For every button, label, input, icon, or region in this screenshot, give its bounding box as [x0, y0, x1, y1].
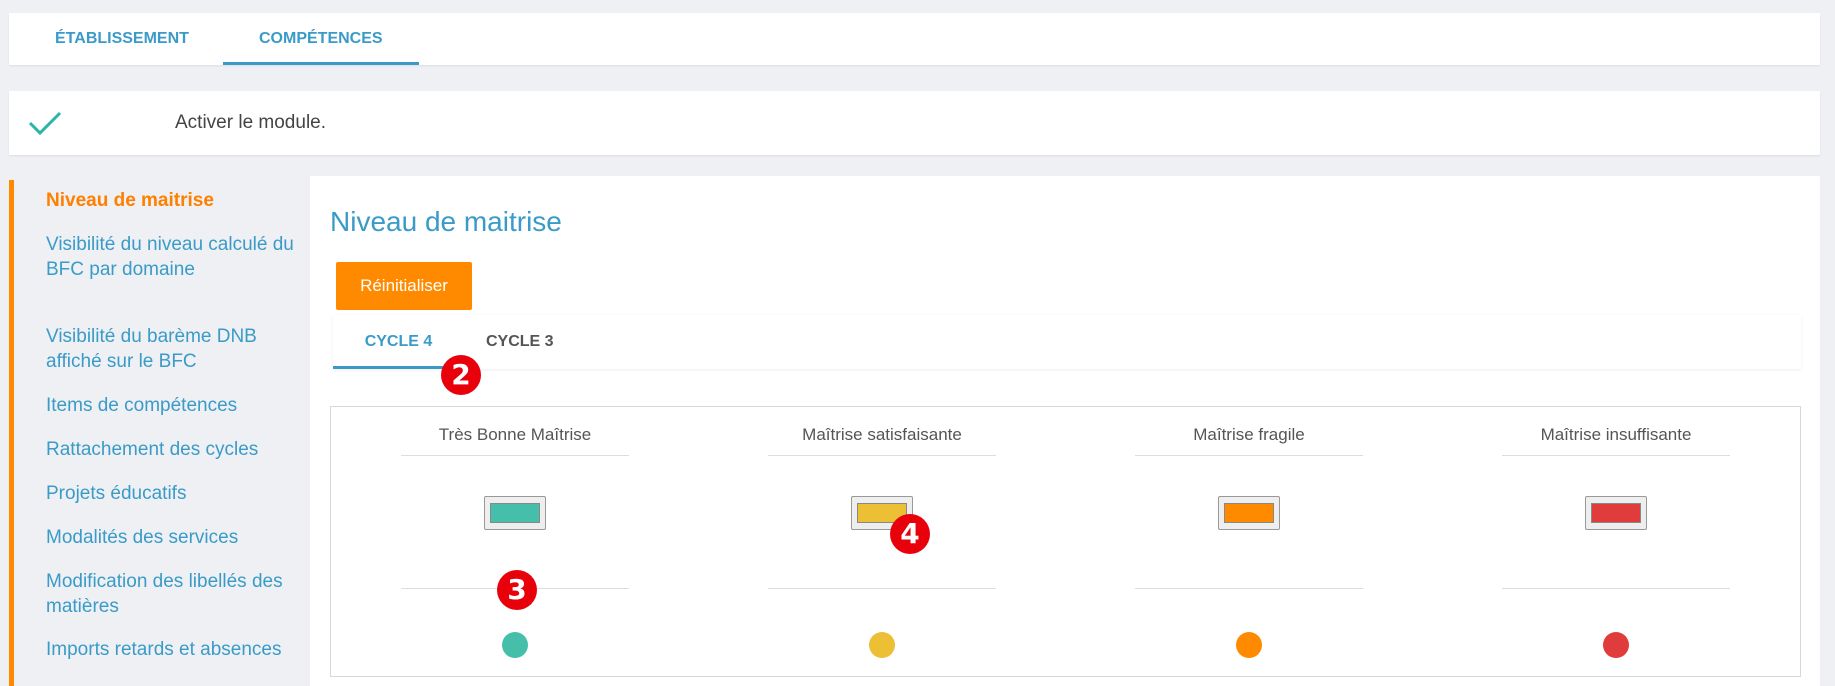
color-picker[interactable]	[1218, 496, 1280, 530]
page-title: Niveau de maitrise	[330, 206, 562, 237]
sidebar-item-visibilite-dnb[interactable]: Visibilité du barème DNB affiché sur le …	[46, 324, 296, 374]
level-dot	[869, 632, 895, 658]
level-dot	[502, 632, 528, 658]
annotation-marker-2: 2	[441, 355, 481, 395]
annotation-marker-4: 4	[890, 514, 930, 554]
level-tres-bonne: Très Bonne Maîtrise	[401, 407, 629, 678]
level-dot	[1603, 632, 1629, 658]
reset-button[interactable]: Réinitialiser	[336, 262, 472, 310]
color-swatch	[1224, 503, 1274, 523]
color-swatch	[1591, 503, 1641, 523]
level-insuffisante: Maîtrise insuffisante	[1502, 407, 1730, 678]
tab-competences[interactable]: COMPÉTENCES	[223, 13, 419, 65]
color-swatch	[490, 503, 540, 523]
level-name: Maîtrise insuffisante	[1502, 425, 1730, 456]
level-name: Maîtrise satisfaisante	[768, 425, 996, 456]
tab-cycle-4[interactable]: CYCLE 4	[333, 315, 464, 369]
divider	[1502, 588, 1730, 589]
divider	[768, 588, 996, 589]
sidebar-item-items-competences[interactable]: Items de compétences	[46, 393, 296, 418]
tab-etablissement[interactable]: ÉTABLISSEMENT	[19, 13, 225, 65]
check-icon[interactable]	[27, 109, 63, 137]
level-name: Très Bonne Maîtrise	[401, 425, 629, 456]
sidebar-item-modalites-services[interactable]: Modalités des services	[46, 525, 296, 550]
color-picker[interactable]	[1585, 496, 1647, 530]
level-satisfaisante: Maîtrise satisfaisante	[768, 407, 996, 678]
sidebar-item-visibilite-bfc[interactable]: Visibilité du niveau calculé du BFC par …	[46, 232, 296, 282]
level-dot	[1236, 632, 1262, 658]
sidebar-nav: Niveau de maitrise Visibilité du niveau …	[9, 180, 299, 686]
sidebar-item-rattachement-cycles[interactable]: Rattachement des cycles	[46, 437, 296, 462]
annotation-marker-3: 3	[497, 570, 537, 610]
cycle-tabs: CYCLE 4 CYCLE 3	[333, 315, 1801, 369]
level-name: Maîtrise fragile	[1135, 425, 1363, 456]
sidebar-item-libelles-matieres[interactable]: Modification des libellés des matières	[46, 569, 296, 619]
sidebar-item-projets-educatifs[interactable]: Projets éducatifs	[46, 481, 296, 506]
mastery-levels: Très Bonne Maîtrise Maîtrise satisfaisan…	[330, 406, 1801, 677]
activate-module-label: Activer le module.	[175, 112, 327, 133]
level-fragile: Maîtrise fragile	[1135, 407, 1363, 678]
color-picker[interactable]	[484, 496, 546, 530]
sidebar-item-niveau-maitrise[interactable]: Niveau de maitrise	[46, 188, 296, 213]
sidebar-item-imports-retards[interactable]: Imports retards et absences	[46, 637, 296, 662]
divider	[1135, 588, 1363, 589]
main-panel: Niveau de maitrise Réinitialiser CYCLE 4…	[310, 176, 1820, 686]
module-activation-row[interactable]: Activer le module.	[9, 91, 1820, 155]
top-tabs: ÉTABLISSEMENT COMPÉTENCES	[9, 13, 1820, 65]
tab-cycle-3[interactable]: CYCLE 3	[486, 315, 554, 369]
